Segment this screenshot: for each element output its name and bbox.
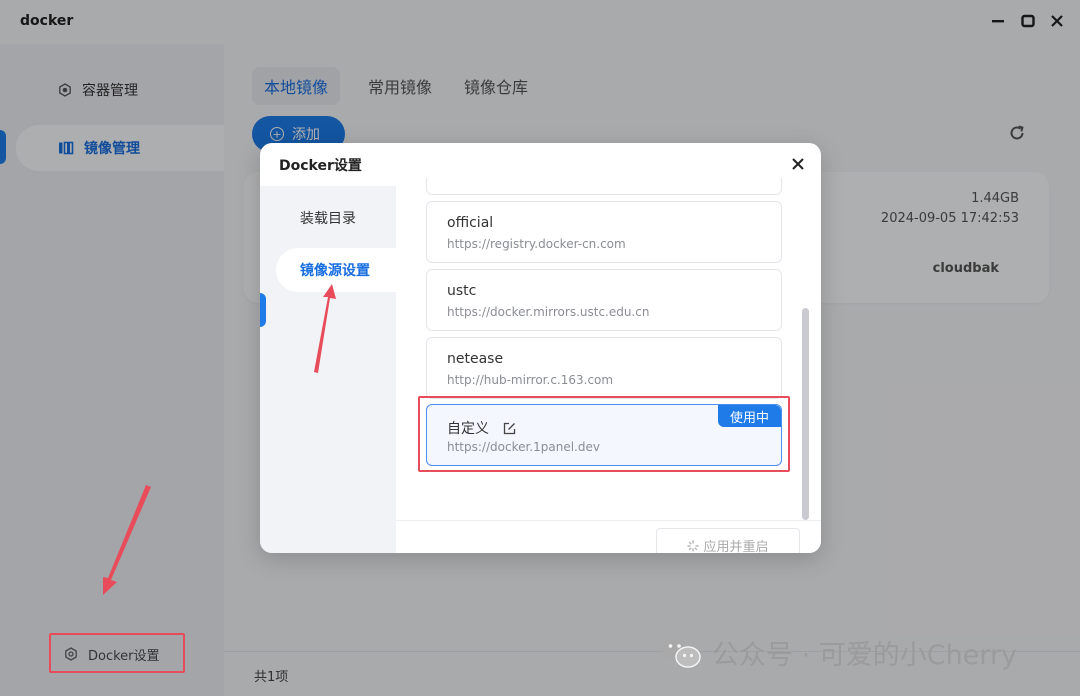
watermark-text: 公众号 · 可爱的小Cherry [712, 640, 1018, 671]
list-item[interactable] [426, 178, 782, 195]
in-use-badge: 使用中 [717, 405, 781, 427]
dialog-nav-mount-dir[interactable]: 装载目录 [276, 196, 396, 240]
mirror-list: official https://registry.docker-cn.com … [396, 178, 821, 553]
close-icon[interactable] [788, 154, 808, 174]
mirror-name: 自定义 [447, 421, 489, 437]
mirror-item-netease[interactable]: netease http://hub-mirror.c.163.com [426, 337, 782, 399]
active-marker [260, 293, 266, 327]
wechat-icon [660, 636, 702, 670]
settings-icon [64, 647, 78, 661]
mirror-url: https://docker.1panel.dev [447, 440, 600, 454]
apply-restart-button[interactable]: 应用并重启 [656, 528, 800, 553]
mirror-name-row: 自定义 [447, 418, 516, 438]
mirror-name: netease [447, 351, 504, 367]
dialog-title: Docker设置 [279, 158, 362, 174]
mirror-item-custom[interactable]: 自定义 https://docker.1panel.dev 使用中 [426, 404, 782, 466]
mirror-name: ustc [447, 283, 477, 299]
docker-settings-label: Docker设置 [88, 648, 160, 664]
mirror-url: https://registry.docker-cn.com [447, 237, 626, 251]
dialog-sidebar: 装载目录 镜像源设置 [260, 186, 396, 553]
mirror-name: official [447, 215, 494, 231]
divider [396, 520, 821, 521]
mirror-url: https://docker.mirrors.ustc.edu.cn [447, 305, 650, 319]
docker-settings-dialog: Docker设置 装载目录 镜像源设置 official https://reg… [260, 143, 821, 553]
dialog-nav-mirror-settings[interactable]: 镜像源设置 [276, 248, 396, 292]
mirror-item-ustc[interactable]: ustc https://docker.mirrors.ustc.edu.cn [426, 269, 782, 331]
loading-icon [687, 539, 700, 552]
mirror-item-official[interactable]: official https://registry.docker-cn.com [426, 201, 782, 263]
docker-settings-button[interactable]: Docker设置 [52, 636, 184, 672]
edit-icon[interactable] [503, 422, 516, 435]
apply-restart-label: 应用并重启 [703, 540, 769, 553]
mirror-url: http://hub-mirror.c.163.com [447, 373, 614, 387]
watermark: 公众号 · 可爱的小Cherry [660, 633, 1017, 672]
scrollbar[interactable] [802, 308, 809, 520]
